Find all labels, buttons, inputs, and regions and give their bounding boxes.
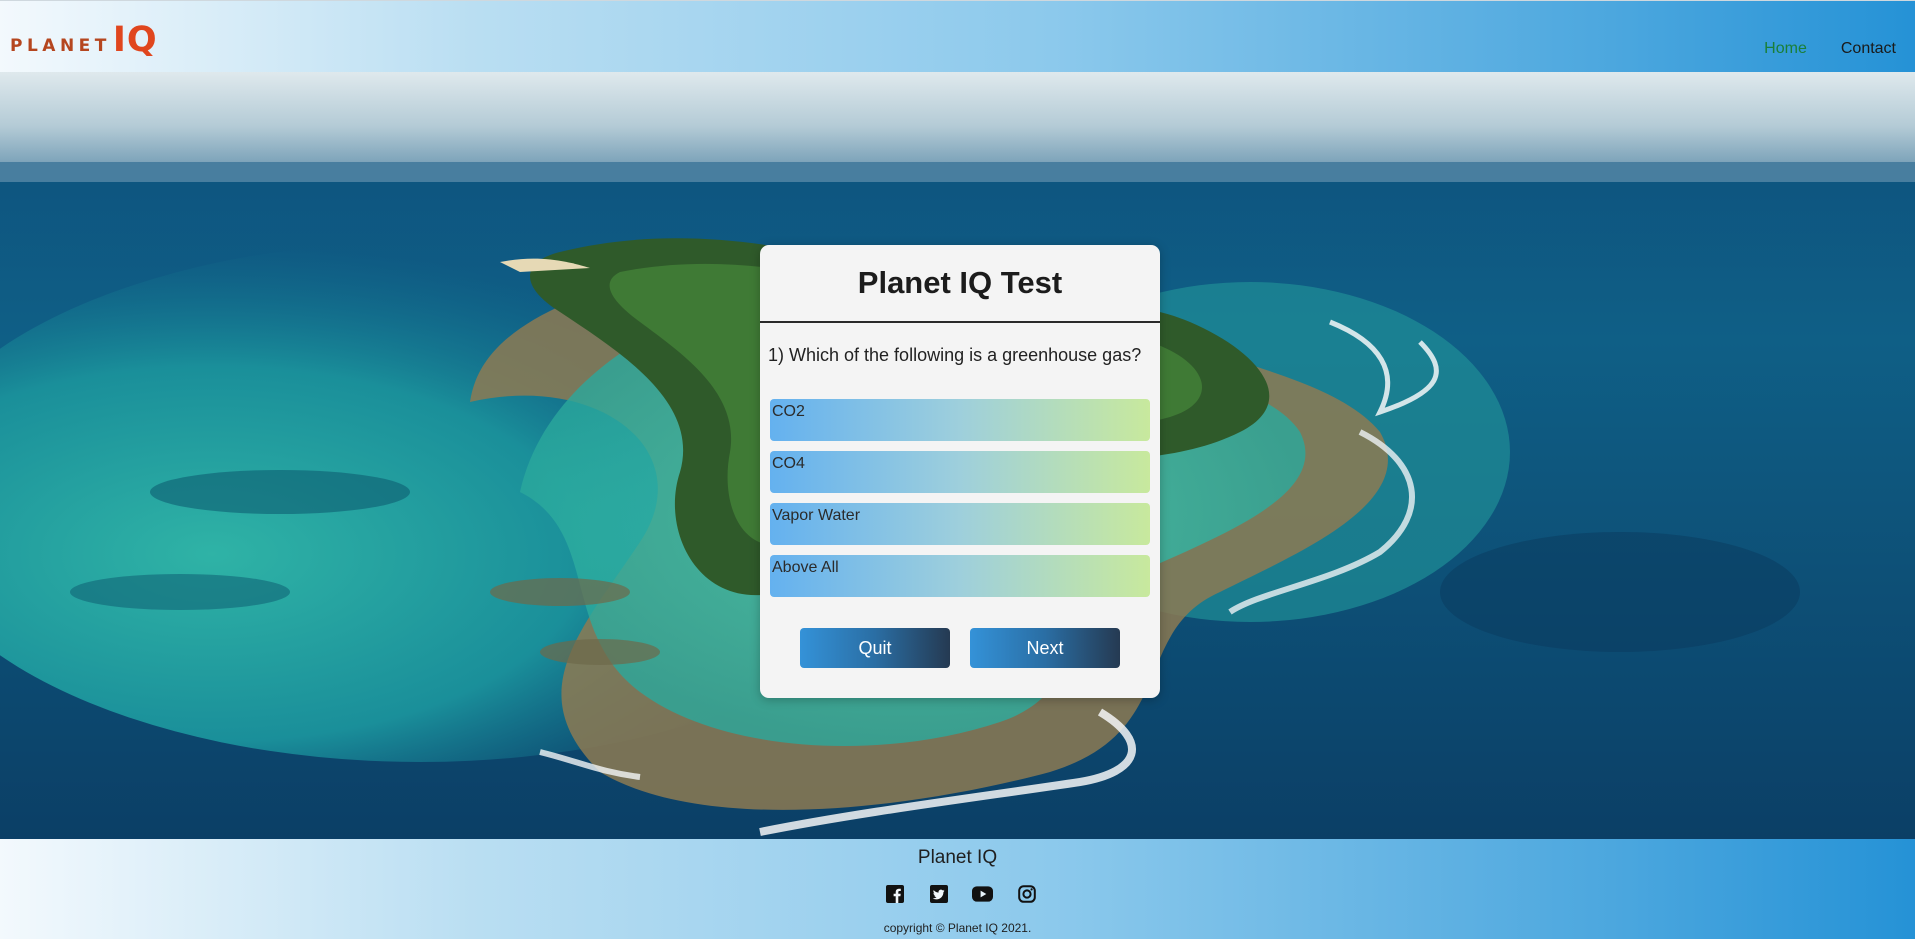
quiz-question: 1) Which of the following is a greenhous… [768,345,1142,365]
logo-planet-text: PLANET [10,36,111,56]
twitter-icon[interactable] [928,883,949,904]
youtube-icon[interactable] [972,883,993,904]
quit-button[interactable]: Quit [800,628,950,668]
nav-home-link[interactable]: Home [1764,40,1807,58]
nav-contact-link[interactable]: Contact [1841,40,1896,58]
quiz-actions: Quit Next [800,628,1120,668]
copyright-text: copyright © Planet IQ 2021. [883,921,1032,935]
site-footer: Planet IQ copyright © Planet IQ 2021. [0,839,1915,939]
quiz-options: CO2 CO4 Vapor Water Above All [770,399,1150,607]
quiz-option-4[interactable]: Above All [770,555,1150,597]
site-logo[interactable]: PLANET IQ [10,23,158,58]
quiz-option-1[interactable]: CO2 [770,399,1150,441]
next-button[interactable]: Next [970,628,1120,668]
quiz-title: Planet IQ Test [760,245,1160,323]
quiz-card: Planet IQ Test 1) Which of the following… [760,245,1160,698]
quiz-option-3[interactable]: Vapor Water [770,503,1150,545]
instagram-icon[interactable] [1016,883,1037,904]
logo-iq-text: IQ [112,20,158,60]
quiz-option-2[interactable]: CO4 [770,451,1150,493]
main-nav: Home Contact [1764,40,1896,58]
facebook-icon[interactable] [884,883,905,904]
social-links [884,883,1037,904]
footer-title: Planet IQ [917,847,998,868]
site-header: PLANET IQ Home Contact [0,0,1915,72]
